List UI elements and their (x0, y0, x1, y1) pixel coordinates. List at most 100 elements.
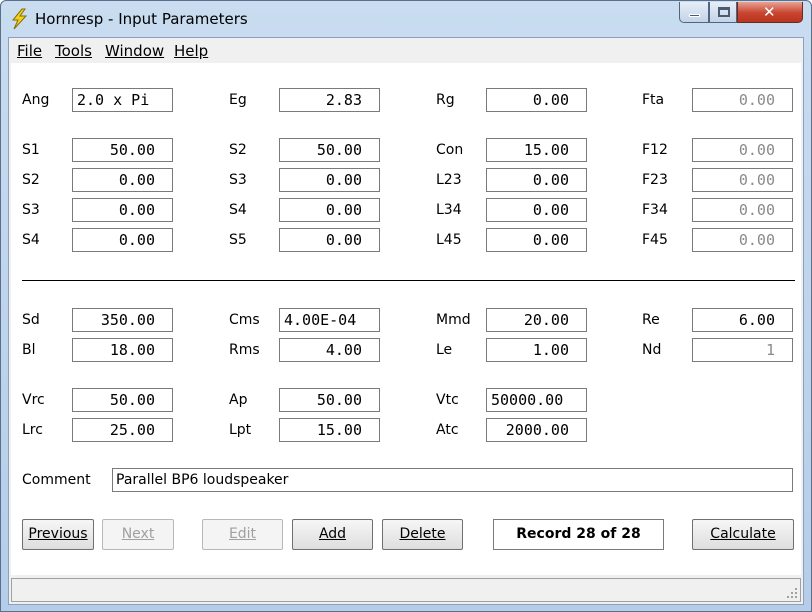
label-vtc: Vtc (436, 392, 459, 408)
main-window: Hornresp - Input Parameters ✕ File Tools… (0, 0, 812, 612)
nd-field: 1 (692, 338, 793, 362)
s4-field-col2[interactable]: 0.00 (279, 198, 380, 222)
f45-field: 0.00 (692, 228, 793, 252)
edit-button[interactable]: Edit (202, 519, 283, 550)
cms-field[interactable]: 4.00E-04 (279, 308, 380, 332)
s3-field-col2[interactable]: 0.00 (279, 168, 380, 192)
rms-field[interactable]: 4.00 (279, 338, 380, 362)
input-parameters-panel: Ang 2.0 x Pi Eg 2.83 Rg 0.00 Fta 0.00 S1… (11, 63, 801, 575)
f34-field: 0.00 (692, 198, 793, 222)
mmd-field[interactable]: 20.00 (486, 308, 587, 332)
le-field[interactable]: 1.00 (486, 338, 587, 362)
ap-field[interactable]: 50.00 (279, 388, 380, 412)
status-bar (11, 578, 801, 602)
label-ang: Ang (22, 92, 50, 108)
ang-field[interactable]: 2.0 x Pi (72, 88, 173, 112)
lpt-field[interactable]: 15.00 (279, 418, 380, 442)
fta-field: 0.00 (692, 88, 793, 112)
window-title: Hornresp - Input Parameters (35, 10, 248, 28)
label-vrc: Vrc (22, 392, 45, 408)
l34-field[interactable]: 0.00 (486, 198, 587, 222)
label-rg: Rg (436, 92, 455, 108)
menu-file[interactable]: File (17, 42, 42, 60)
label-l34: L34 (436, 202, 462, 218)
minimize-button[interactable] (679, 2, 709, 23)
next-button-label: Next (121, 526, 155, 542)
label-s2-col2: S2 (229, 142, 247, 158)
close-button[interactable]: ✕ (737, 2, 803, 23)
label-ap: Ap (229, 392, 248, 408)
title-bar[interactable]: Hornresp - Input Parameters ✕ (1, 1, 811, 37)
s2-field-col1[interactable]: 0.00 (72, 168, 173, 192)
menu-file-label: File (17, 42, 43, 60)
label-s4-col2: S4 (229, 202, 247, 218)
maximize-icon (718, 7, 730, 17)
label-s3-col1: S3 (22, 202, 40, 218)
f23-field: 0.00 (692, 168, 793, 192)
rg-field[interactable]: 0.00 (486, 88, 587, 112)
label-s1: S1 (22, 142, 40, 158)
s4-field-col1[interactable]: 0.00 (72, 228, 173, 252)
l23-field[interactable]: 0.00 (486, 168, 587, 192)
label-sd: Sd (22, 312, 40, 328)
previous-button-label: Previous (28, 526, 88, 542)
section-divider (22, 280, 795, 281)
label-nd: Nd (642, 342, 662, 358)
label-fta: Fta (642, 92, 665, 108)
label-f23: F23 (642, 172, 668, 188)
label-con: Con (436, 142, 464, 158)
l45-field[interactable]: 0.00 (486, 228, 587, 252)
next-button[interactable]: Next (102, 519, 174, 550)
label-re: Re (642, 312, 660, 328)
label-le: Le (436, 342, 453, 358)
s2-field-col2[interactable]: 50.00 (279, 138, 380, 162)
con-field[interactable]: 15.00 (486, 138, 587, 162)
calculate-button-label: Calculate (710, 526, 776, 542)
lightning-bolt-icon (11, 8, 28, 30)
menu-help[interactable]: Help (174, 42, 208, 60)
calculate-button[interactable]: Calculate (692, 519, 794, 550)
menu-bar: File Tools Window Help (9, 38, 803, 63)
re-field[interactable]: 6.00 (692, 308, 793, 332)
vrc-field[interactable]: 50.00 (72, 388, 173, 412)
label-s2-col1: S2 (22, 172, 40, 188)
s3-field-col1[interactable]: 0.00 (72, 198, 173, 222)
menu-window[interactable]: Window (105, 42, 164, 60)
label-atc: Atc (436, 422, 459, 438)
add-button[interactable]: Add (292, 519, 373, 550)
label-comment: Comment (22, 472, 91, 488)
delete-button-label: Delete (399, 526, 446, 542)
label-lpt: Lpt (229, 422, 252, 438)
label-l23: L23 (436, 172, 462, 188)
minimize-icon (689, 14, 700, 17)
record-indicator: Record 28 of 28 (493, 519, 664, 550)
label-l45: L45 (436, 232, 462, 248)
label-f34: F34 (642, 202, 668, 218)
label-s3-col2: S3 (229, 172, 247, 188)
label-f45: F45 (642, 232, 668, 248)
sd-field[interactable]: 350.00 (72, 308, 173, 332)
label-s5: S5 (229, 232, 247, 248)
menu-help-label: Help (174, 42, 209, 60)
vtc-field[interactable]: 50000.00 (486, 388, 587, 412)
label-bl: Bl (22, 342, 36, 358)
comment-field[interactable]: Parallel BP6 loudspeaker (112, 468, 793, 492)
eg-field[interactable]: 2.83 (279, 88, 380, 112)
label-mmd: Mmd (436, 312, 471, 328)
atc-field[interactable]: 2000.00 (486, 418, 587, 442)
label-lrc: Lrc (22, 422, 43, 438)
resize-grip-icon[interactable] (786, 587, 798, 599)
bl-field[interactable]: 18.00 (72, 338, 173, 362)
s1-field[interactable]: 50.00 (72, 138, 173, 162)
menu-window-label: Window (105, 42, 165, 60)
previous-button[interactable]: Previous (22, 519, 94, 550)
delete-button[interactable]: Delete (382, 519, 463, 550)
maximize-button[interactable] (709, 2, 737, 23)
lrc-field[interactable]: 25.00 (72, 418, 173, 442)
s5-field[interactable]: 0.00 (279, 228, 380, 252)
menu-tools[interactable]: Tools (55, 42, 92, 60)
close-icon: ✕ (763, 3, 776, 21)
label-eg: Eg (229, 92, 247, 108)
add-button-label: Add (318, 526, 347, 542)
edit-button-label: Edit (228, 526, 257, 542)
